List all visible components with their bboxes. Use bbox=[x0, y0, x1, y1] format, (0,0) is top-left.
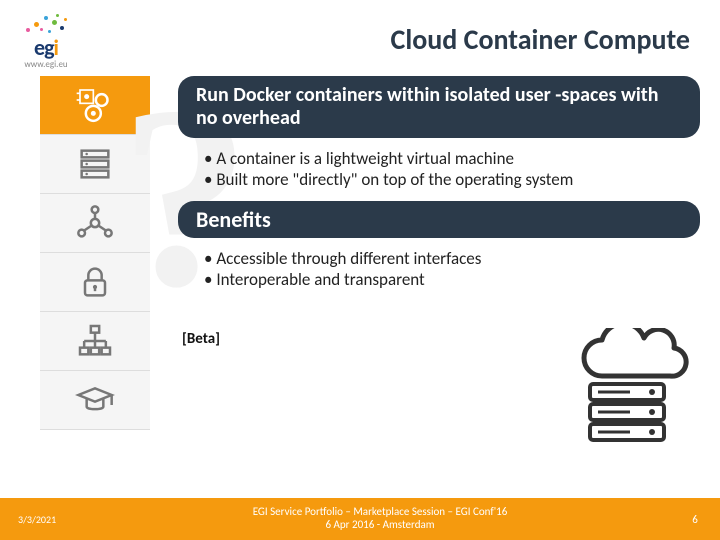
logo-letter-e: e bbox=[34, 34, 44, 61]
content-area: ? Run Docker containers within isolated … bbox=[0, 76, 720, 430]
network-nodes-icon bbox=[75, 203, 115, 243]
gears-chip-icon bbox=[75, 85, 115, 125]
egi-logo: egi www.egi.eu bbox=[16, 8, 76, 70]
footer-page-number: 6 bbox=[670, 513, 720, 526]
main-content: ? Run Docker containers within isolated … bbox=[150, 76, 720, 430]
header: egi www.egi.eu Cloud Container Compute bbox=[0, 0, 720, 70]
logo-url: www.egi.eu bbox=[24, 59, 67, 70]
cloud-servers-icon bbox=[562, 328, 692, 448]
description-bullets: A container is a lightweight virtual mac… bbox=[178, 144, 700, 201]
logo-burst-icon bbox=[16, 8, 76, 38]
logo-letter-g: g bbox=[44, 34, 53, 61]
footer-date: 3/3/2021 bbox=[0, 513, 90, 526]
bullet-item: Accessible through different interfaces bbox=[204, 248, 700, 269]
page-title: Cloud Container Compute bbox=[76, 22, 700, 57]
benefits-bullets: Accessible through different interfaces … bbox=[178, 244, 700, 301]
footer: 3/3/2021 EGI Service Portfolio – Marketp… bbox=[0, 498, 720, 540]
footer-line2: 6 Apr 2016 - Amsterdam bbox=[90, 519, 670, 532]
bullet-item: Interoperable and transparent bbox=[204, 269, 700, 290]
storage-icon bbox=[75, 144, 115, 184]
footer-center: EGI Service Portfolio – Marketplace Sess… bbox=[90, 506, 670, 531]
headline-block: Run Docker containers within isolated us… bbox=[178, 76, 700, 138]
benefits-heading: Benefits bbox=[178, 201, 700, 238]
bullet-item: Built more "directly" on top of the oper… bbox=[204, 169, 700, 190]
hierarchy-icon bbox=[75, 321, 115, 361]
lock-icon bbox=[75, 262, 115, 302]
bullet-item: A container is a lightweight virtual mac… bbox=[204, 148, 700, 169]
logo-letter-i: i bbox=[54, 34, 58, 61]
graduation-cap-icon bbox=[75, 380, 115, 420]
sidebar-item-training bbox=[40, 371, 150, 430]
logo-text: egi bbox=[34, 34, 58, 61]
